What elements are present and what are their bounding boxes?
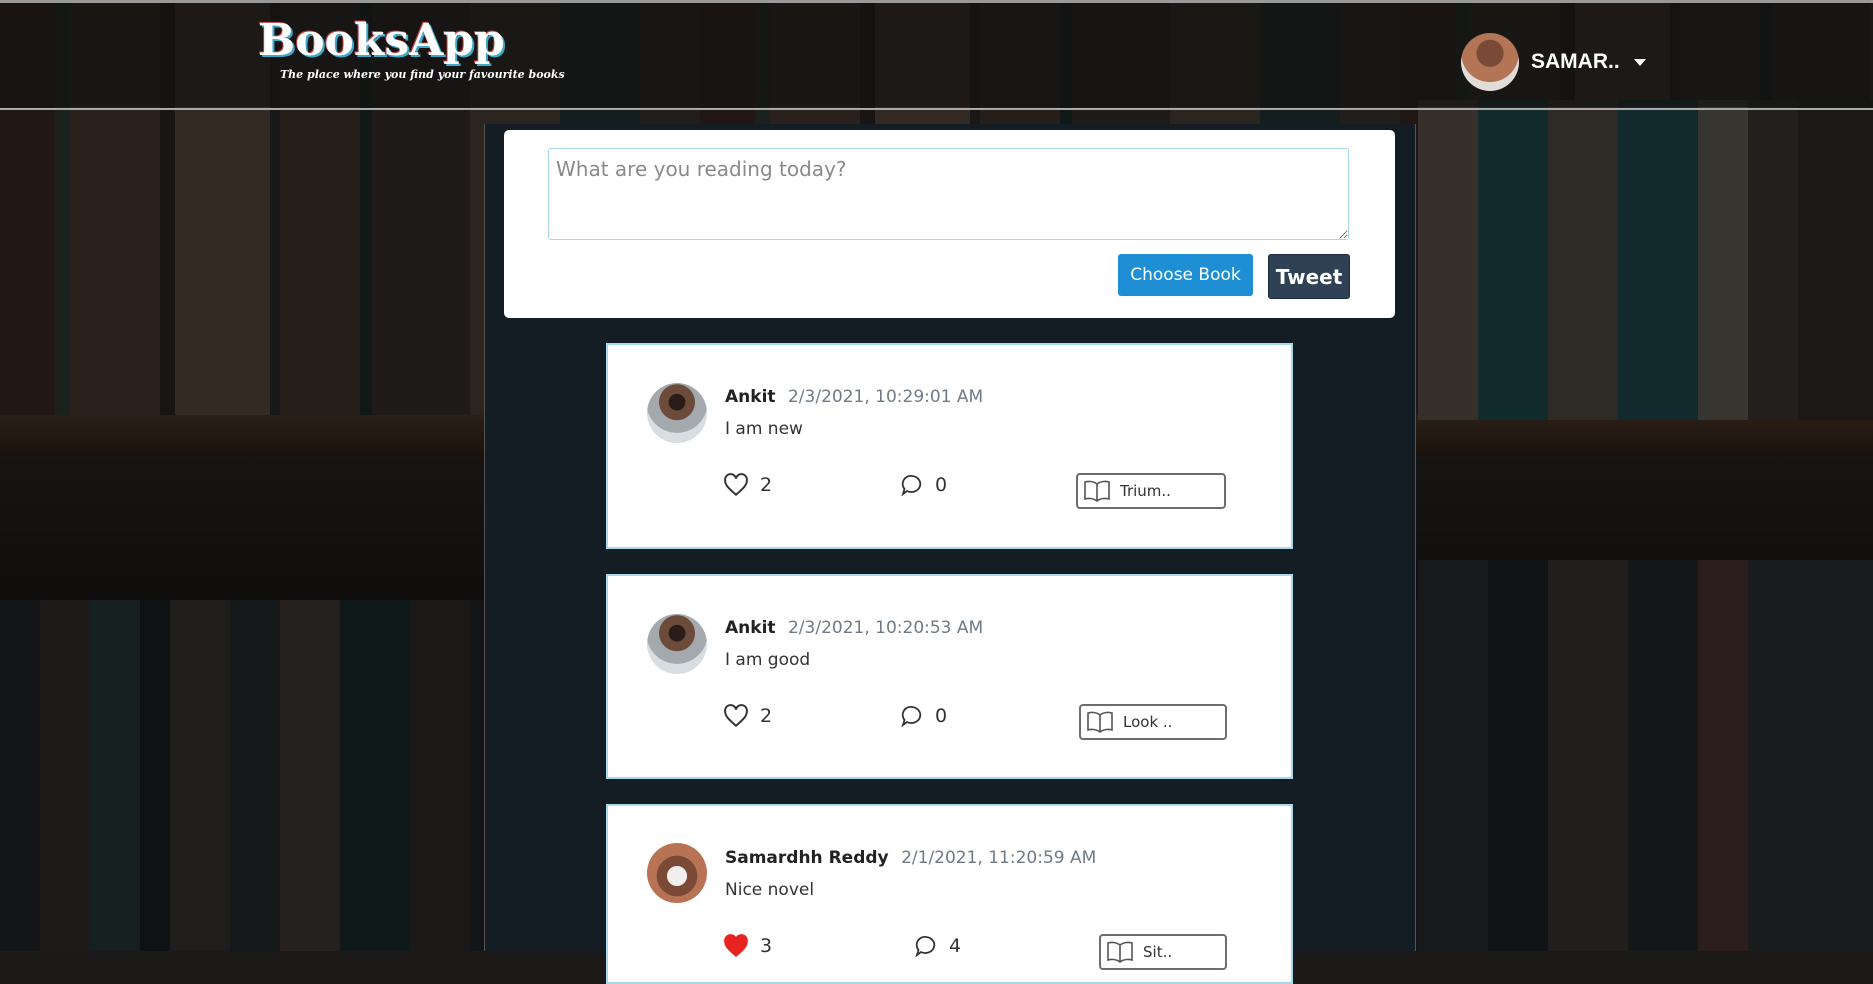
comment-button[interactable]: 4	[914, 934, 961, 958]
caret-down-icon	[1633, 58, 1646, 66]
like-button[interactable]: 2	[723, 704, 772, 728]
like-count: 2	[760, 474, 773, 496]
compose-input[interactable]	[548, 148, 1349, 240]
book-title: Sit..	[1143, 943, 1173, 961]
tweet-author[interactable]: Ankit	[725, 618, 776, 638]
book-icon	[1107, 941, 1133, 963]
compose-box: Choose Book Tweet	[504, 130, 1395, 318]
author-avatar[interactable]	[647, 383, 707, 443]
author-avatar[interactable]	[647, 843, 707, 903]
like-count: 2	[760, 705, 773, 727]
comment-button[interactable]: 0	[900, 473, 947, 497]
comment-icon	[901, 475, 922, 497]
header-divider	[0, 108, 1873, 110]
author-avatar[interactable]	[647, 614, 707, 674]
book-icon	[1087, 711, 1113, 733]
book-icon	[1084, 480, 1110, 502]
comment-button[interactable]: 0	[900, 704, 947, 728]
choose-book-button[interactable]: Choose Book	[1118, 254, 1253, 296]
app-tagline: The place where you find your favourite …	[280, 68, 565, 81]
comment-count: 0	[935, 474, 948, 496]
user-menu-dropdown[interactable]: SAMAR..	[1461, 33, 1646, 91]
book-chip[interactable]: Look ..	[1079, 704, 1227, 740]
like-button[interactable]: 3	[723, 934, 772, 958]
comment-count: 4	[949, 935, 962, 957]
tweet-card: Ankit 2/3/2021, 10:29:01 AM I am new 2 0…	[606, 343, 1293, 549]
tweet-author[interactable]: Samardhh Reddy	[725, 848, 889, 868]
tweet-button[interactable]: Tweet	[1268, 254, 1350, 299]
book-title: Look ..	[1123, 713, 1173, 731]
book-chip[interactable]: Sit..	[1099, 934, 1227, 970]
like-count: 3	[760, 935, 773, 957]
tweet-card: Ankit 2/3/2021, 10:20:53 AM I am good 2 …	[606, 574, 1293, 779]
tweet-text: Nice novel	[725, 880, 815, 900]
tweet-text: I am new	[725, 419, 803, 439]
heart-filled-icon	[724, 934, 748, 958]
tweet-card: Samardhh Reddy 2/1/2021, 11:20:59 AM Nic…	[606, 804, 1293, 984]
tweet-meta: Ankit 2/3/2021, 10:20:53 AM	[725, 618, 983, 638]
tweet-timestamp: 2/3/2021, 10:20:53 AM	[787, 618, 984, 638]
user-avatar	[1461, 33, 1519, 91]
comment-icon	[901, 706, 922, 728]
comment-icon	[915, 936, 936, 958]
tweet-timestamp: 2/3/2021, 10:29:01 AM	[787, 387, 984, 407]
book-chip[interactable]: Trium..	[1076, 473, 1226, 509]
tweet-timestamp: 2/1/2021, 11:20:59 AM	[901, 848, 1097, 868]
heart-icon	[724, 704, 748, 728]
tweet-text: I am good	[725, 650, 811, 670]
tweet-meta: Samardhh Reddy 2/1/2021, 11:20:59 AM	[725, 848, 1096, 868]
user-name: SAMAR..	[1531, 50, 1620, 73]
tweet-meta: Ankit 2/3/2021, 10:29:01 AM	[725, 387, 983, 407]
heart-icon	[724, 473, 748, 497]
like-button[interactable]: 2	[723, 473, 772, 497]
top-navbar: BooksApp The place where you find your f…	[0, 0, 1873, 110]
tweet-author[interactable]: Ankit	[725, 387, 776, 407]
book-title: Trium..	[1120, 482, 1171, 500]
brand[interactable]: BooksApp The place where you find your f…	[258, 15, 565, 81]
comment-count: 0	[935, 705, 948, 727]
app-logo[interactable]: BooksApp	[258, 15, 565, 67]
